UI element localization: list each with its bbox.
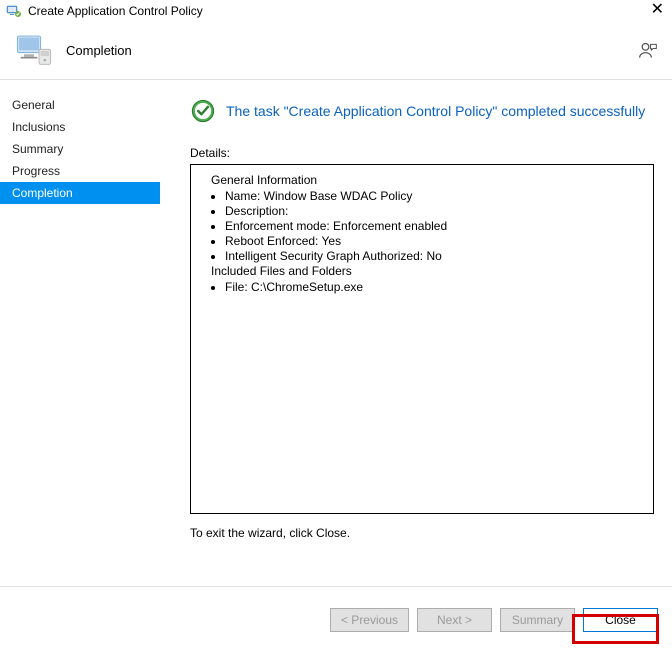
page-title: Completion [66, 43, 638, 58]
wizard-body: General Inclusions Summary Progress Comp… [0, 80, 672, 586]
window-close-button[interactable]: ✕ [651, 2, 664, 18]
sidebar-item-summary[interactable]: Summary [0, 138, 160, 160]
details-general-heading: General Information [201, 173, 643, 187]
detail-included-file: File: C:\ChromeSetup.exe [225, 280, 643, 295]
success-message: The task "Create Application Control Pol… [226, 103, 645, 119]
app-icon [6, 3, 22, 19]
detail-name: Name: Window Base WDAC Policy [225, 189, 643, 204]
detail-reboot-enforced: Reboot Enforced: Yes [225, 234, 643, 249]
detail-enforcement-mode: Enforcement mode: Enforcement enabled [225, 219, 643, 234]
sidebar-item-completion[interactable]: Completion [0, 182, 160, 204]
wizard-footer: < Previous Next > Summary Close [0, 586, 672, 652]
computer-icon [14, 31, 54, 71]
success-row: The task "Create Application Control Pol… [190, 98, 654, 124]
sidebar-item-general[interactable]: General [0, 94, 160, 116]
sidebar-item-inclusions[interactable]: Inclusions [0, 116, 160, 138]
details-label: Details: [190, 146, 654, 160]
details-included-heading: Included Files and Folders [201, 264, 643, 278]
wizard-header: Completion [0, 22, 672, 80]
previous-button: < Previous [330, 608, 409, 632]
next-button: Next > [417, 608, 492, 632]
wizard-steps-sidebar: General Inclusions Summary Progress Comp… [0, 80, 160, 586]
detail-description: Description: [225, 204, 643, 219]
close-button[interactable]: Close [583, 608, 658, 632]
user-feedback-icon[interactable] [638, 41, 658, 61]
success-check-icon [190, 98, 216, 124]
details-box: General Information Name: Window Base WD… [190, 164, 654, 514]
exit-instruction: To exit the wizard, click Close. [190, 526, 654, 540]
titlebar: Create Application Control Policy [0, 0, 672, 22]
titlebar-title: Create Application Control Policy [28, 4, 203, 18]
summary-button: Summary [500, 608, 575, 632]
detail-isg-authorized: Intelligent Security Graph Authorized: N… [225, 249, 643, 264]
sidebar-item-progress[interactable]: Progress [0, 160, 160, 182]
details-general-list: Name: Window Base WDAC Policy Descriptio… [225, 189, 643, 264]
details-included-list: File: C:\ChromeSetup.exe [225, 280, 643, 295]
wizard-main-panel: The task "Create Application Control Pol… [160, 80, 672, 586]
